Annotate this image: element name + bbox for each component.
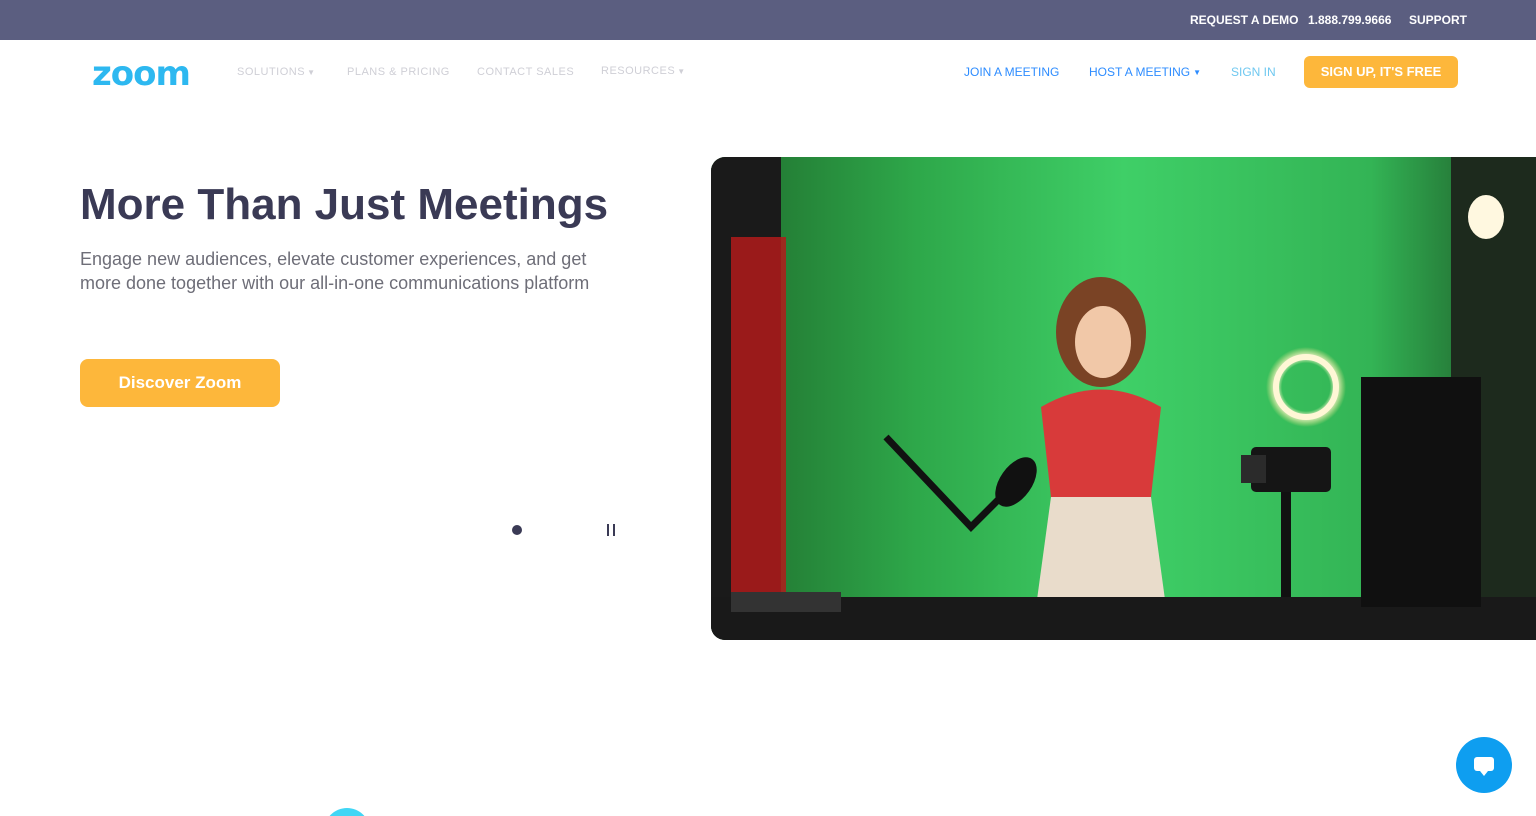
nav-plans-pricing[interactable]: PLANS & PRICING bbox=[347, 66, 450, 78]
caret-down-icon: ▼ bbox=[307, 67, 316, 77]
nav-solutions[interactable]: SOLUTIONS ▼ bbox=[237, 66, 316, 78]
main-nav: zoom SOLUTIONS ▼ PLANS & PRICING CONTACT … bbox=[0, 40, 1536, 104]
sign-up-button[interactable]: SIGN UP, IT'S FREE bbox=[1304, 56, 1458, 88]
discover-zoom-button[interactable]: Discover Zoom bbox=[80, 359, 280, 407]
chat-bubble-icon bbox=[1474, 757, 1494, 776]
host-meeting-label: HOST A MEETING bbox=[1089, 65, 1191, 79]
zoom-logo[interactable]: zoom bbox=[92, 54, 191, 94]
nav-resources[interactable]: RESOURCES ▼ bbox=[601, 65, 686, 77]
join-meeting-link[interactable]: JOIN A MEETING bbox=[964, 65, 1059, 79]
phone-link[interactable]: 1.888.799.9666 bbox=[1308, 13, 1391, 27]
caret-down-icon: ▼ bbox=[677, 66, 686, 76]
sign-in-link[interactable]: SIGN IN bbox=[1231, 65, 1276, 79]
utility-bar: REQUEST A DEMO 1.888.799.9666 SUPPORT bbox=[0, 0, 1536, 40]
hero-subtitle: Engage new audiences, elevate customer e… bbox=[80, 249, 590, 293]
chat-button[interactable] bbox=[1456, 737, 1512, 793]
section-decoration-circle bbox=[324, 808, 370, 816]
nav-contact-sales[interactable]: CONTACT SALES bbox=[477, 66, 574, 78]
hero-image bbox=[711, 157, 1536, 640]
caret-down-icon: ▼ bbox=[1193, 68, 1202, 78]
carousel-dot[interactable] bbox=[512, 525, 522, 535]
nav-resources-label: RESOURCES bbox=[601, 65, 676, 77]
host-meeting-dropdown[interactable]: HOST A MEETING ▼ bbox=[1089, 65, 1201, 79]
request-demo-link[interactable]: REQUEST A DEMO bbox=[1190, 13, 1298, 27]
studio-scene-illustration bbox=[711, 157, 1536, 640]
nav-solutions-label: SOLUTIONS bbox=[237, 66, 306, 78]
pause-icon[interactable] bbox=[604, 523, 618, 537]
support-link[interactable]: SUPPORT bbox=[1409, 13, 1467, 27]
hero-title: More Than Just Meetings bbox=[80, 180, 609, 229]
